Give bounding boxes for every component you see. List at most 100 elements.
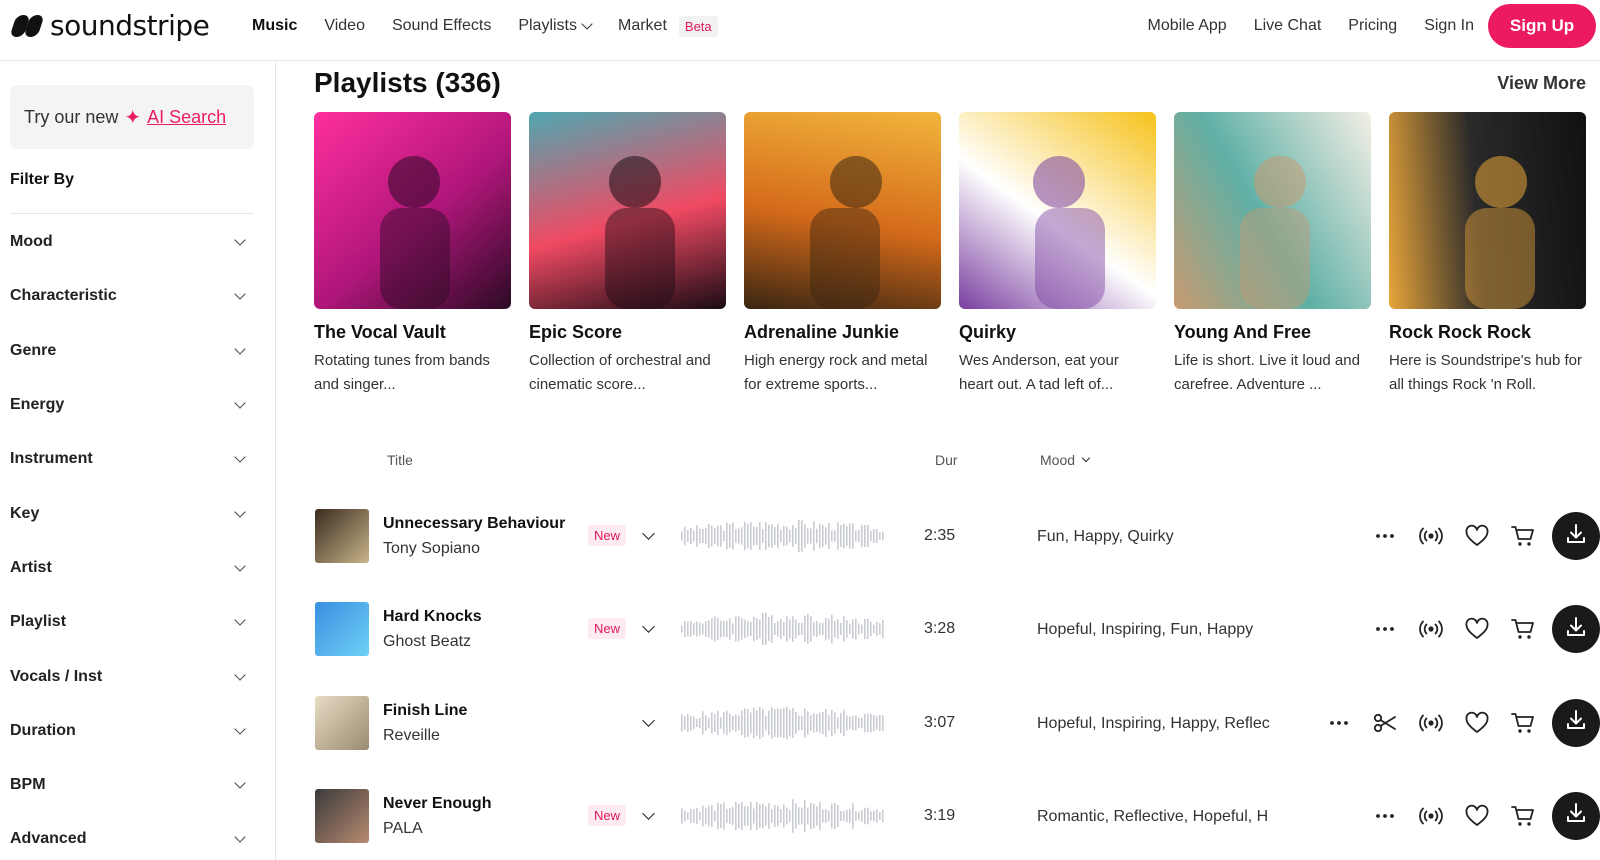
cart-icon[interactable] — [1500, 793, 1546, 839]
playlist-cover-image[interactable] — [314, 112, 511, 309]
track-artist[interactable]: Ghost Beatz — [383, 633, 471, 651]
nav-music[interactable]: Music — [252, 17, 297, 35]
cart-icon[interactable] — [1500, 700, 1546, 746]
playlist-cover-image[interactable] — [1389, 112, 1586, 309]
playlist-cover-image[interactable] — [959, 112, 1156, 309]
similar-search-icon[interactable] — [1408, 793, 1454, 839]
track-title[interactable]: Unnecessary Behaviour — [383, 515, 565, 533]
cover-figure — [1240, 156, 1310, 309]
ai-search-promo: Try our new ✦ AI Search — [10, 85, 254, 149]
nav-market[interactable]: Market Beta — [618, 15, 718, 37]
filter-label: Artist — [10, 558, 52, 576]
playlist-card[interactable]: Quirky Wes Anderson, eat your heart out. … — [959, 112, 1156, 397]
filter-characteristic[interactable]: Characteristic — [10, 269, 250, 323]
more-options-icon[interactable] — [1316, 700, 1362, 746]
filter-duration[interactable]: Duration — [10, 704, 250, 758]
more-options-icon[interactable] — [1362, 513, 1408, 559]
nav-video[interactable]: Video — [324, 17, 365, 35]
playlist-card[interactable]: Adrenaline Junkie High energy rock and me… — [744, 112, 941, 397]
cart-icon[interactable] — [1500, 513, 1546, 559]
chevron-down-icon — [234, 343, 246, 355]
filter-artist[interactable]: Artist — [10, 541, 250, 595]
waveform[interactable] — [680, 797, 886, 835]
filter-bpm[interactable]: BPM — [10, 758, 250, 812]
download-button[interactable] — [1552, 698, 1600, 747]
playlist-card[interactable]: Young And Free Life is short. Live it lou… — [1174, 112, 1371, 397]
download-button[interactable] — [1552, 791, 1600, 840]
similar-search-icon[interactable] — [1408, 700, 1454, 746]
track-artist[interactable]: PALA — [383, 820, 423, 838]
heart-icon[interactable] — [1454, 513, 1500, 559]
filter-vocals-inst[interactable]: Vocals / Inst — [10, 649, 250, 703]
download-button[interactable] — [1552, 512, 1600, 560]
ai-search-link[interactable]: AI Search — [147, 107, 226, 128]
playlist-title[interactable]: Quirky — [959, 322, 1156, 343]
chevron-down-icon — [234, 451, 246, 463]
track-artist[interactable]: Tony Sopiano — [383, 540, 480, 558]
filter-mood[interactable]: Mood — [10, 215, 250, 269]
playlist-cover-image[interactable] — [529, 112, 726, 309]
track-artwork[interactable] — [315, 695, 369, 750]
chevron-down-icon — [234, 777, 246, 789]
filter-genre[interactable]: Genre — [10, 324, 250, 378]
track-artwork[interactable] — [315, 788, 369, 843]
chevron-down-icon[interactable] — [642, 713, 655, 727]
nav-mobile-app[interactable]: Mobile App — [1148, 17, 1227, 35]
cover-figure — [1465, 156, 1535, 309]
playlist-description: Wes Anderson, eat your heart out. A tad … — [959, 352, 1119, 393]
cover-figure — [810, 156, 882, 309]
chevron-down-icon[interactable] — [642, 527, 655, 540]
track-duration: 2:35 — [924, 527, 956, 544]
playlist-title[interactable]: The Vocal Vault — [314, 322, 511, 343]
playlist-title[interactable]: Epic Score — [529, 322, 726, 343]
waveform[interactable] — [680, 517, 886, 555]
filter-energy[interactable]: Energy — [10, 378, 250, 432]
waveform[interactable] — [680, 610, 886, 648]
playlist-title[interactable]: Young And Free — [1174, 322, 1371, 343]
track-mood-tags: Fun, Happy, Quirky — [1037, 528, 1174, 545]
more-options-icon[interactable] — [1362, 793, 1408, 839]
heart-icon[interactable] — [1454, 700, 1500, 746]
playlist-cover-image[interactable] — [1174, 112, 1371, 309]
view-more-link[interactable]: View More — [1497, 73, 1586, 94]
column-mood[interactable]: Mood — [1040, 452, 1091, 468]
waveform[interactable] — [680, 704, 886, 742]
similar-search-icon[interactable] — [1408, 513, 1454, 559]
nav-sound-effects[interactable]: Sound Effects — [392, 17, 491, 35]
chevron-down-icon[interactable] — [642, 620, 655, 634]
nav-playlists[interactable]: Playlists — [518, 17, 593, 35]
playlist-title[interactable]: Adrenaline Junkie — [744, 322, 941, 343]
nav-pricing[interactable]: Pricing — [1348, 17, 1397, 35]
playlist-card[interactable]: The Vocal Vault Rotating tunes from bands… — [314, 112, 511, 397]
track-artwork[interactable] — [315, 602, 369, 657]
playlist-cover-image[interactable] — [744, 112, 941, 309]
filter-playlist[interactable]: Playlist — [10, 595, 250, 649]
playlist-card[interactable]: Epic Score Collection of orchestral and c… — [529, 112, 726, 397]
scissors-icon[interactable] — [1362, 700, 1408, 746]
track-title[interactable]: Hard Knocks — [383, 608, 482, 626]
nav-sign-in[interactable]: Sign In — [1424, 17, 1474, 35]
download-button[interactable] — [1552, 605, 1600, 654]
cart-icon[interactable] — [1500, 606, 1546, 652]
playlist-card[interactable]: Rock Rock Rock Here is Soundstripe's hub … — [1389, 112, 1586, 397]
heart-icon[interactable] — [1454, 606, 1500, 652]
playlist-title[interactable]: Rock Rock Rock — [1389, 322, 1586, 343]
beta-badge: Beta — [678, 15, 718, 37]
track-title[interactable]: Finish Line — [383, 702, 467, 720]
track-title[interactable]: Never Enough — [383, 795, 491, 813]
more-options-icon[interactable] — [1362, 606, 1408, 652]
track-artwork[interactable] — [315, 509, 369, 563]
nav-live-chat[interactable]: Live Chat — [1254, 17, 1322, 35]
playlist-description: Life is short. Live it loud and carefree… — [1174, 352, 1360, 393]
soundstripe-logo[interactable]: soundstripe — [9, 9, 210, 42]
filter-advanced[interactable]: Advanced — [10, 812, 250, 860]
filter-key[interactable]: Key — [10, 486, 250, 540]
chevron-down-icon — [1081, 453, 1091, 463]
heart-icon[interactable] — [1454, 793, 1500, 839]
similar-search-icon[interactable] — [1408, 606, 1454, 652]
playlist-description: Here is Soundstripe's hub for all things… — [1389, 352, 1582, 393]
sign-up-button[interactable]: Sign Up — [1488, 4, 1596, 48]
chevron-down-icon[interactable] — [642, 807, 655, 820]
filter-instrument[interactable]: Instrument — [10, 432, 250, 486]
track-artist[interactable]: Reveille — [383, 727, 440, 745]
